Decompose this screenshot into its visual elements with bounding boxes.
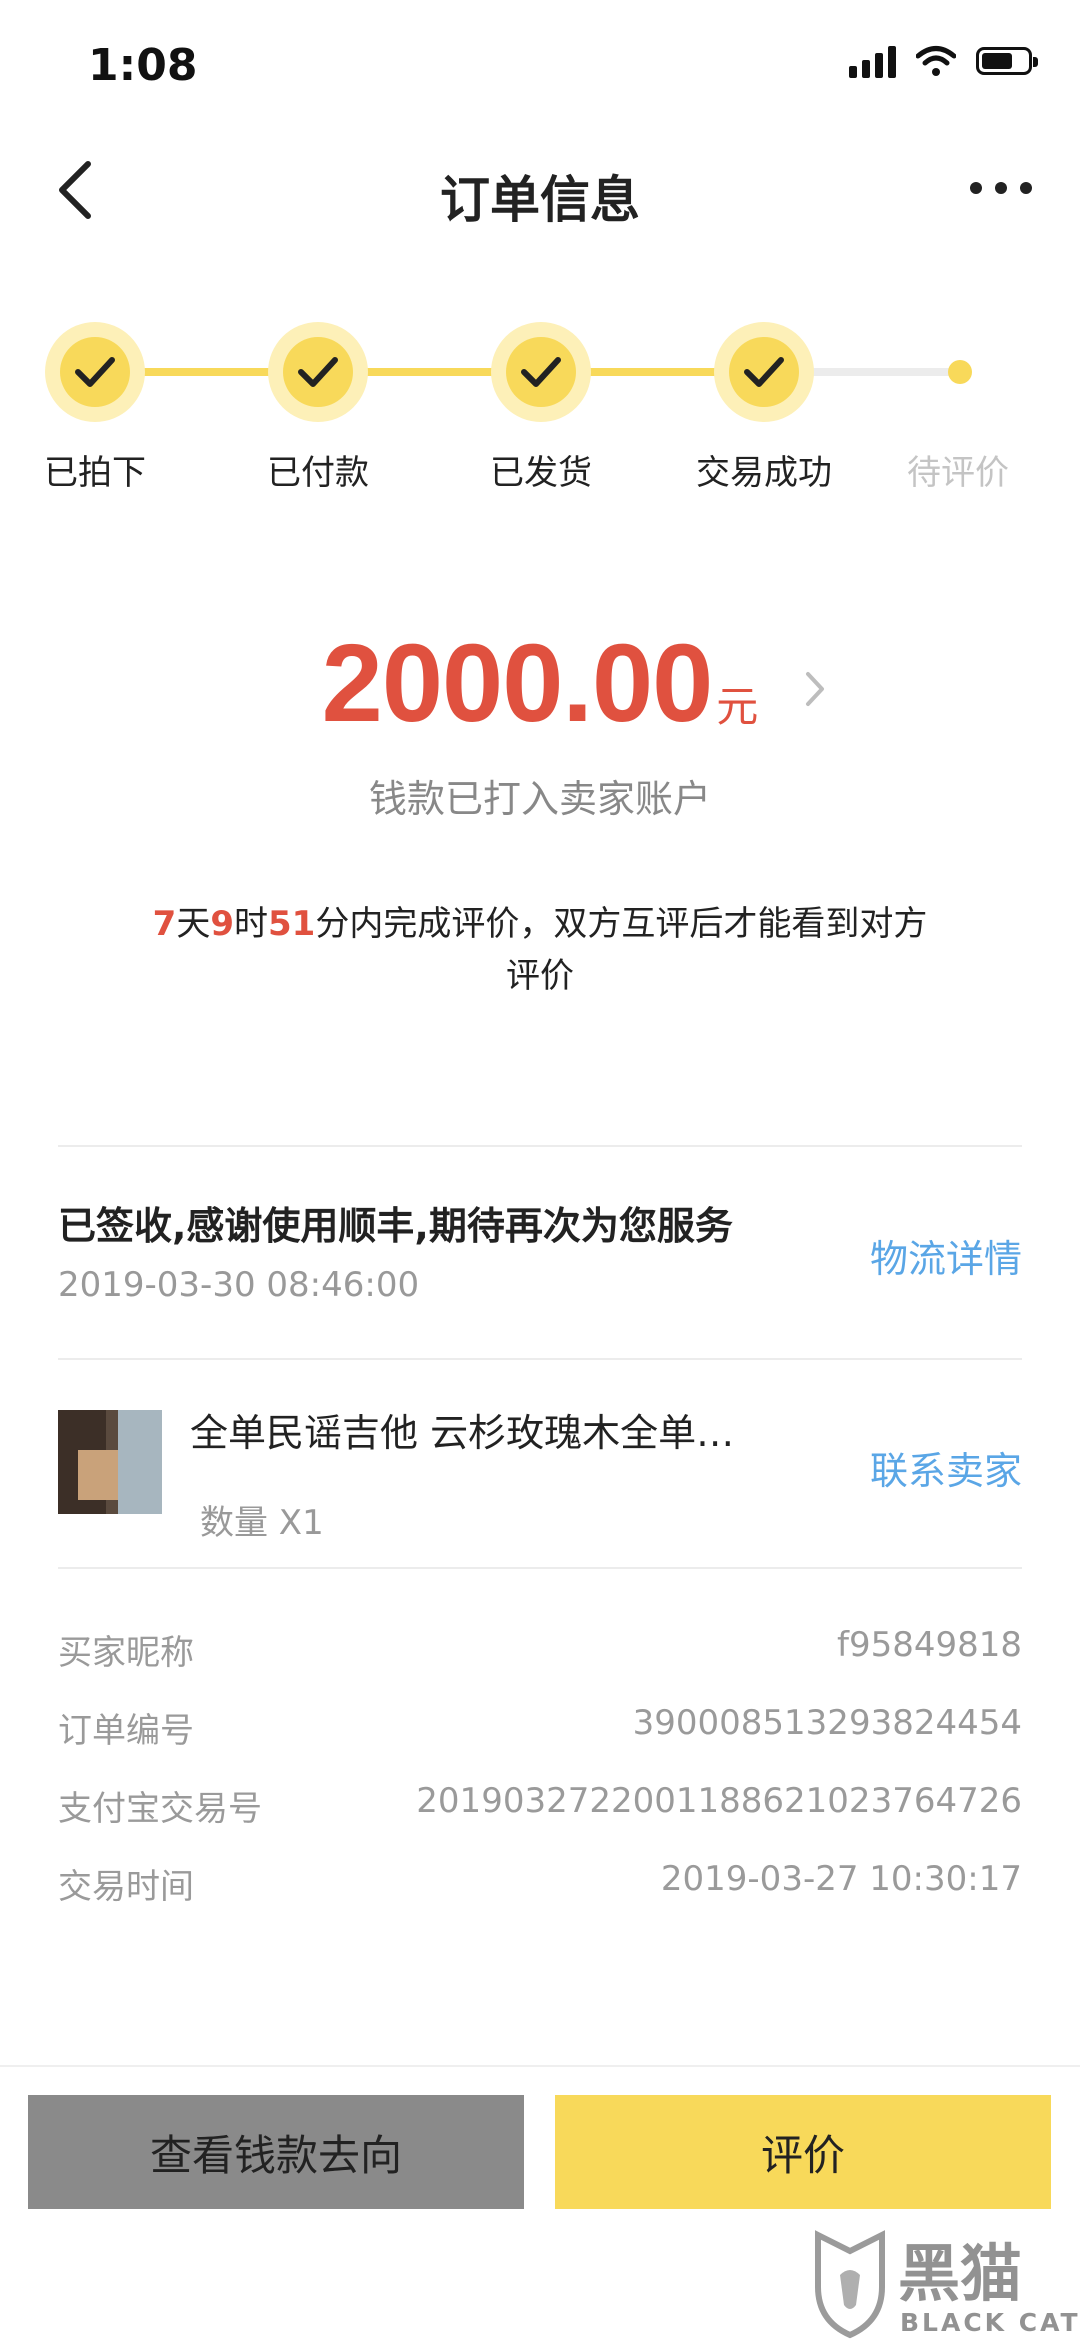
step-label: 已拍下 xyxy=(44,453,146,493)
black-cat-watermark-logo: 黑猫 BLACK CAT xyxy=(815,2230,1080,2339)
status-bar: 1:08 xyxy=(0,0,1080,130)
step-check-icon xyxy=(45,322,145,422)
info-value: 390008513293824454 xyxy=(632,1703,1022,1743)
divider xyxy=(58,1358,1022,1360)
info-key: 订单编号 xyxy=(58,1711,194,1751)
divider xyxy=(58,1145,1022,1147)
chevron-right-icon[interactable] xyxy=(800,666,830,712)
status-time: 1:08 xyxy=(88,40,198,91)
signal-icon xyxy=(849,44,896,78)
step-check-icon xyxy=(268,322,368,422)
info-value: 2019032722001188621023764726 xyxy=(416,1781,1022,1821)
step-label: 待评价 xyxy=(907,453,1009,493)
step-pending-dot xyxy=(948,360,972,384)
review-button[interactable]: 评价 xyxy=(555,2095,1051,2209)
product-title[interactable]: 全单民谣吉他 云杉玫瑰木全单… xyxy=(190,1402,780,1457)
info-key: 支付宝交易号 xyxy=(58,1789,262,1829)
battery-icon xyxy=(976,47,1038,75)
page-title: 订单信息 xyxy=(440,171,640,229)
step-check-icon xyxy=(491,322,591,422)
product-thumbnail[interactable] xyxy=(58,1410,162,1514)
logistics-status: 已签收,感谢使用顺丰,期待再次为您服务 xyxy=(58,1204,733,1248)
wifi-icon xyxy=(916,46,956,76)
status-icons xyxy=(849,44,1038,78)
info-row: 交易时间 2019-03-27 10:30:17 xyxy=(58,1859,1022,1919)
svg-text:黑猫: 黑猫 xyxy=(898,2237,1022,2310)
logistics-detail-link[interactable]: 物流详情 xyxy=(870,1228,1022,1283)
info-value: f95849818 xyxy=(836,1625,1022,1665)
info-value: 2019-03-27 10:30:17 xyxy=(660,1859,1022,1899)
logistics-time: 2019-03-30 08:46:00 xyxy=(58,1265,420,1305)
step-label: 已发货 xyxy=(490,453,592,493)
more-icon[interactable] xyxy=(966,168,1036,208)
contact-seller-link[interactable]: 联系卖家 xyxy=(870,1440,1022,1495)
info-row: 支付宝交易号 2019032722001188621023764726 xyxy=(58,1781,1022,1841)
amount-subtitle: 钱款已打入卖家账户 xyxy=(368,777,711,821)
nav-bar: 订单信息 xyxy=(0,130,1080,250)
info-row: 买家昵称 f95849818 xyxy=(58,1625,1022,1685)
info-row: 订单编号 390008513293824454 xyxy=(58,1703,1022,1763)
amount-value: 2000.00 xyxy=(321,622,714,745)
info-key: 买家昵称 xyxy=(58,1633,194,1673)
view-money-flow-button[interactable]: 查看钱款去向 xyxy=(28,2095,524,2209)
step-check-icon xyxy=(714,322,814,422)
divider xyxy=(58,1567,1022,1569)
amount[interactable]: 2000.00元 xyxy=(0,620,1080,747)
step-label: 交易成功 xyxy=(696,453,832,493)
review-countdown-note: 7天9时51分内完成评价，双方互评后才能看到对方评价 xyxy=(152,904,928,996)
amount-unit: 元 xyxy=(716,682,759,731)
progress-line-done xyxy=(95,368,765,376)
svg-text:BLACK CAT: BLACK CAT xyxy=(900,2308,1080,2337)
info-key: 交易时间 xyxy=(58,1867,194,1907)
product-quantity: 数量 X1 xyxy=(200,1503,324,1543)
order-progress: 已拍下 已付款 已发货 交易成功 待评价 xyxy=(0,310,1080,510)
step-label: 已付款 xyxy=(267,453,369,493)
